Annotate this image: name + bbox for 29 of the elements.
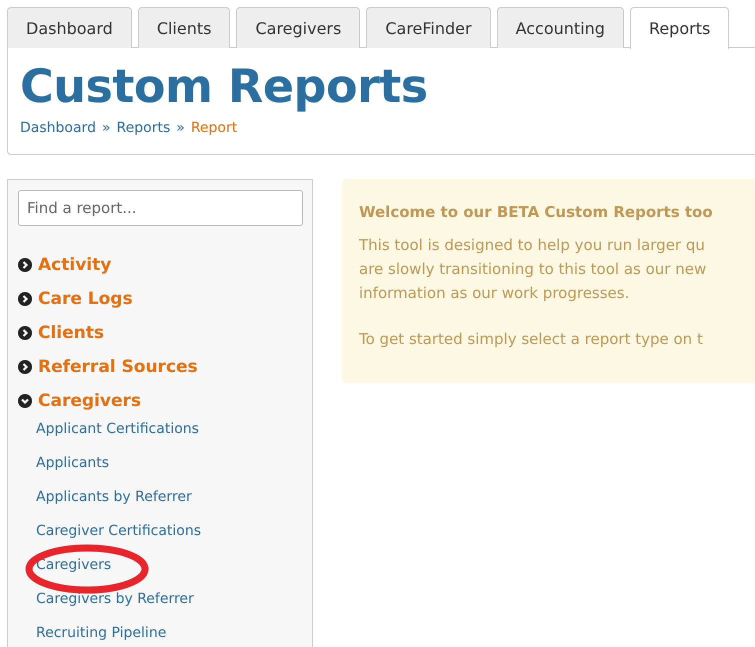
notice-text: information as our work progresses.	[359, 283, 630, 304]
category-link[interactable]: Activity	[38, 255, 112, 275]
sidebar-link[interactable]: Applicant Certifications	[36, 418, 199, 440]
breadcrumb-separator: »	[176, 120, 185, 136]
category-link[interactable]: Clients	[38, 323, 104, 343]
sidebar-link[interactable]: Applicants by Referrer	[36, 486, 192, 508]
notice-text: To get started simply select a report type on t	[359, 330, 704, 348]
nav-tab[interactable]: CareFinder	[366, 7, 491, 48]
category-link[interactable]: Care Logs	[38, 289, 133, 309]
notice-text: are slowly transitioning to this tool as our new	[359, 259, 708, 280]
breadcrumb-link[interactable]: Reports	[116, 120, 170, 136]
breadcrumb-link[interactable]: Dashboard	[20, 120, 96, 136]
sidebar-link[interactable]: Caregivers by Referrer	[36, 588, 194, 610]
category-link[interactable]: Caregivers	[38, 391, 141, 411]
notice-title: Welcome to our BETA Custom Reports too	[359, 203, 714, 221]
nav-tab[interactable]: Dashboard	[7, 7, 132, 48]
nav-tab[interactable]: Reports	[630, 7, 730, 49]
search-field[interactable]: Find a report...	[18, 190, 303, 226]
sidebar-link[interactable]: Caregiver Certifications	[36, 520, 202, 542]
category-link[interactable]: Referral Sources	[38, 357, 198, 377]
notice-text: This tool is designed to help you run larger qu	[359, 235, 706, 256]
page-title: Custom Reports	[20, 58, 429, 114]
breadcrumb-link[interactable]: Report	[190, 120, 238, 136]
nav-tab[interactable]: Caregivers	[236, 7, 360, 48]
sidebar-link[interactable]: Applicants	[36, 452, 110, 474]
nav-tab[interactable]: Clients	[138, 7, 230, 48]
sidebar-link[interactable]: Recruiting Pipeline	[36, 622, 166, 644]
breadcrumb-separator: »	[102, 120, 111, 136]
nav-tab[interactable]: Accounting	[496, 7, 624, 48]
